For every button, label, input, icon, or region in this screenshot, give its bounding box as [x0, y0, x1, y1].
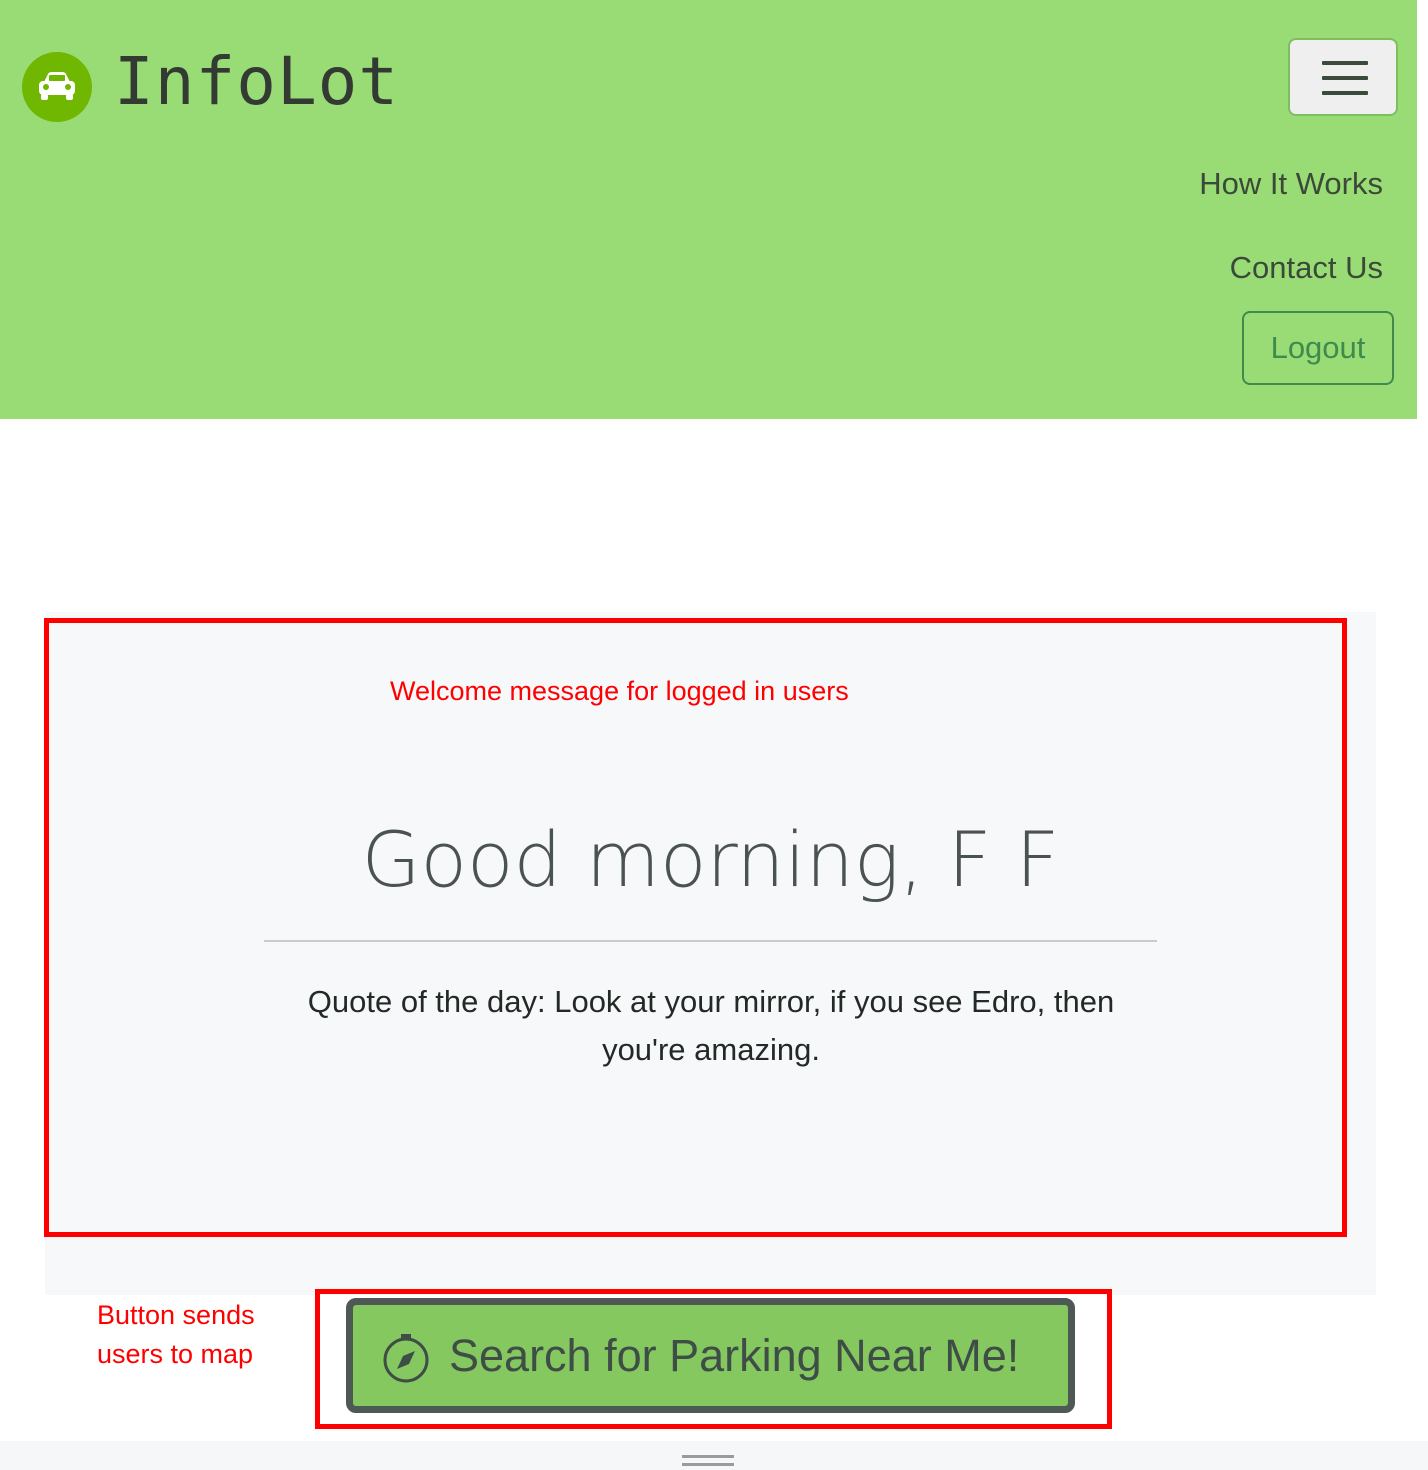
navbar: InfoLot How It Works Contact Us Logout [0, 0, 1417, 419]
grip-line [682, 1463, 734, 1466]
annotation-box-button [315, 1289, 1112, 1429]
hamburger-menu-button[interactable] [1288, 38, 1398, 116]
nav-link-contact-us[interactable]: Contact Us [1230, 250, 1383, 286]
nav-link-how-it-works[interactable]: How It Works [1199, 166, 1383, 202]
annotation-button-note-line2: users to map [97, 1339, 254, 1369]
bottom-drag-handle[interactable] [0, 1441, 1428, 1470]
brand-name[interactable]: InfoLot [114, 40, 399, 124]
logout-button[interactable]: Logout [1242, 311, 1394, 385]
car-icon[interactable] [22, 52, 92, 122]
annotation-button-note-line1: Button sends [97, 1300, 255, 1330]
grip-line [682, 1455, 734, 1458]
annotation-welcome-note: Welcome message for logged in users [390, 676, 849, 706]
